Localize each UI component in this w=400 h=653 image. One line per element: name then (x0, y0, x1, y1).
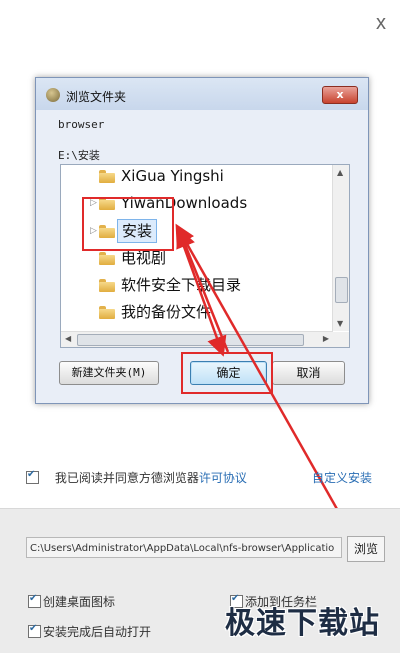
agreement-row: 我已阅读并同意方德浏览器许可协议 (26, 469, 247, 486)
desktop-icon-checkbox[interactable] (28, 593, 41, 608)
license-link[interactable]: 许可协议 (199, 471, 247, 485)
arrow-to-folder (175, 223, 352, 533)
auto-open-checkbox[interactable] (28, 623, 41, 638)
arrow-to-ok (176, 229, 227, 357)
option-label: 创建桌面图标 (43, 595, 116, 609)
arrow-from-ok (176, 227, 230, 353)
agree-text: 我已阅读并同意方德浏览器 (54, 471, 199, 485)
agree-checkbox[interactable] (26, 469, 39, 484)
browse-button[interactable]: 浏览 (347, 536, 385, 562)
option-desktop-icon[interactable]: 创建桌面图标 (28, 593, 115, 610)
option-auto-open[interactable]: 安装完成后自动打开 (28, 623, 151, 640)
install-path-field[interactable]: C:\Users\Administrator\AppData\Local\nfs… (26, 537, 342, 558)
option-label: 安装完成后自动打开 (43, 625, 152, 639)
custom-install-link[interactable]: 自定义安装 (312, 469, 372, 486)
site-watermark-logo: 极速下载站 (225, 606, 380, 641)
